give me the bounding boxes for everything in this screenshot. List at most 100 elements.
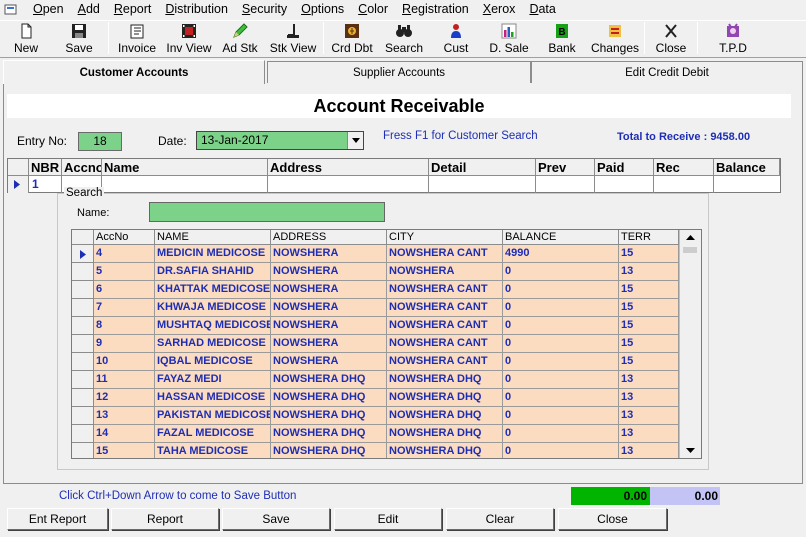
row-selector[interactable] [72,425,94,443]
cell-address[interactable]: NOWSHERA [271,281,387,299]
col-accno[interactable]: AccNo [94,230,155,245]
customer-search-grid[interactable]: AccNo NAME ADDRESS CITY BALANCE TERR 4 ME… [71,229,702,459]
cell-city[interactable]: NOWSHERA DHQ [387,371,503,389]
cell-detail[interactable] [429,176,536,193]
tab-customer-accounts[interactable]: Customer Accounts [3,60,265,84]
cell-city[interactable]: NOWSHERA DHQ [387,389,503,407]
tpd-button[interactable]: T.P.D [700,20,766,57]
cell-accno[interactable]: 8 [94,317,155,335]
menu-security[interactable]: Security [235,0,294,19]
row-selector[interactable] [72,281,94,299]
cell-name[interactable] [102,176,268,193]
menu-color[interactable]: Color [351,0,395,19]
cell-terr[interactable]: 15 [619,299,679,317]
cell-balance[interactable]: 0 [503,371,619,389]
cell-name[interactable]: PAKISTAN MEDICOSE [155,407,271,425]
cust-button[interactable]: Cust [430,20,482,57]
entry-no-field[interactable]: 18 [78,132,122,151]
close-toolbar-button[interactable]: Close [647,20,695,57]
cell-balance[interactable]: 0 [503,317,619,335]
table-row[interactable]: 15 TAHA MEDICOSE NOWSHERA DHQ NOWSHERA DHQ 0… [72,443,679,458]
cell-accno[interactable]: 10 [94,353,155,371]
row-selector[interactable] [72,263,94,281]
tab-edit-credit-debit[interactable]: Edit Credit Debit [531,61,803,83]
row-selector[interactable] [72,335,94,353]
table-row[interactable]: 5 DR.SAFIA SHAHID NOWSHERA NOWSHERA 0 13 [72,263,679,281]
menu-open[interactable]: Open [26,0,71,19]
cell-address[interactable]: NOWSHERA DHQ [271,389,387,407]
cell-terr[interactable]: 15 [619,245,679,263]
save-button[interactable]: Save [52,20,106,57]
cell-accno[interactable]: 7 [94,299,155,317]
cell-address[interactable]: NOWSHERA [271,335,387,353]
col-name[interactable]: NAME [155,230,271,245]
cell-name[interactable]: SARHAD MEDICOSE [155,335,271,353]
cell-accno[interactable]: 4 [94,245,155,263]
vertical-scrollbar[interactable] [679,230,701,458]
cell-name[interactable]: MEDICIN MEDICOSE [155,245,271,263]
cell-accno[interactable]: 13 [94,407,155,425]
cell-terr[interactable]: 13 [619,443,679,458]
col-terr[interactable]: TERR [619,230,679,245]
cell-city[interactable]: NOWSHERA CANT [387,299,503,317]
table-row[interactable]: 10 IQBAL MEDICOSE NOWSHERA NOWSHERA CANT 0 15 [72,353,679,371]
cell-terr[interactable]: 13 [619,263,679,281]
row-selector[interactable] [72,407,94,425]
chevron-down-icon[interactable] [347,132,363,149]
row-selector[interactable] [72,353,94,371]
row-selector[interactable] [72,245,94,263]
cell-address[interactable]: NOWSHERA DHQ [271,407,387,425]
cell-city[interactable]: NOWSHERA CANT [387,317,503,335]
clear-button[interactable]: Clear [446,508,554,530]
cell-address[interactable]: NOWSHERA DHQ [271,371,387,389]
scroll-up-icon[interactable] [680,230,701,245]
cell-city[interactable]: NOWSHERA CANT [387,335,503,353]
cell-terr[interactable]: 15 [619,281,679,299]
cell-address[interactable]: NOWSHERA [271,353,387,371]
cell-accno[interactable]: 5 [94,263,155,281]
cell-name[interactable]: TAHA MEDICOSE [155,443,271,458]
row-selector[interactable] [72,299,94,317]
menu-report[interactable]: Report [107,0,159,19]
cell-name[interactable]: DR.SAFIA SHAHID [155,263,271,281]
search-button[interactable]: Search [378,20,430,57]
cell-name[interactable]: IQBAL MEDICOSE [155,353,271,371]
cell-address[interactable]: NOWSHERA [271,317,387,335]
cell-name[interactable]: FAYAZ MEDI [155,371,271,389]
row-selector[interactable] [8,176,29,193]
app-icon[interactable] [4,3,18,16]
col-balance[interactable]: BALANCE [503,230,619,245]
cell-address[interactable]: NOWSHERA DHQ [271,443,387,458]
table-row[interactable]: 11 FAYAZ MEDI NOWSHERA DHQ NOWSHERA DHQ 0 13 [72,371,679,389]
date-picker[interactable]: 13-Jan-2017 [196,131,364,150]
report-button[interactable]: Report [111,508,219,530]
edit-button[interactable]: Edit [334,508,442,530]
save-form-button[interactable]: Save [222,508,330,530]
table-row[interactable]: 6 KHATTAK MEDICOSE NOWSHERA NOWSHERA CANT 0 1… [72,281,679,299]
col-paid[interactable]: Paid [595,159,654,176]
cell-balance[interactable]: 0 [503,263,619,281]
cell-name[interactable]: MUSHTAQ MEDICOSE [155,317,271,335]
cell-city[interactable]: NOWSHERA DHQ [387,425,503,443]
cell-city[interactable]: NOWSHERA CANT [387,245,503,263]
cell-terr[interactable]: 13 [619,425,679,443]
col-city[interactable]: CITY [387,230,503,245]
search-name-input[interactable] [149,202,385,222]
cell-balance[interactable]: 4990 [503,245,619,263]
row-selector[interactable] [72,389,94,407]
menu-xerox[interactable]: Xerox [476,0,523,19]
cell-terr[interactable]: 15 [619,335,679,353]
row-selector[interactable] [72,317,94,335]
ad-stk-button[interactable]: Ad Stk [215,20,265,57]
cell-balance[interactable]: 0 [503,353,619,371]
col-balance[interactable]: Balance [714,159,780,176]
menu-registration[interactable]: Registration [395,0,476,19]
cell-accno[interactable]: 12 [94,389,155,407]
changes-button[interactable]: Changes [588,20,642,57]
row-selector[interactable] [72,443,94,458]
table-row[interactable]: 7 KHWAJA MEDICOSE NOWSHERA NOWSHERA CANT 0 15 [72,299,679,317]
menu-options[interactable]: Options [294,0,351,19]
cell-address[interactable]: NOWSHERA DHQ [271,425,387,443]
scroll-thumb[interactable] [683,247,697,253]
scroll-down-icon[interactable] [680,443,701,458]
